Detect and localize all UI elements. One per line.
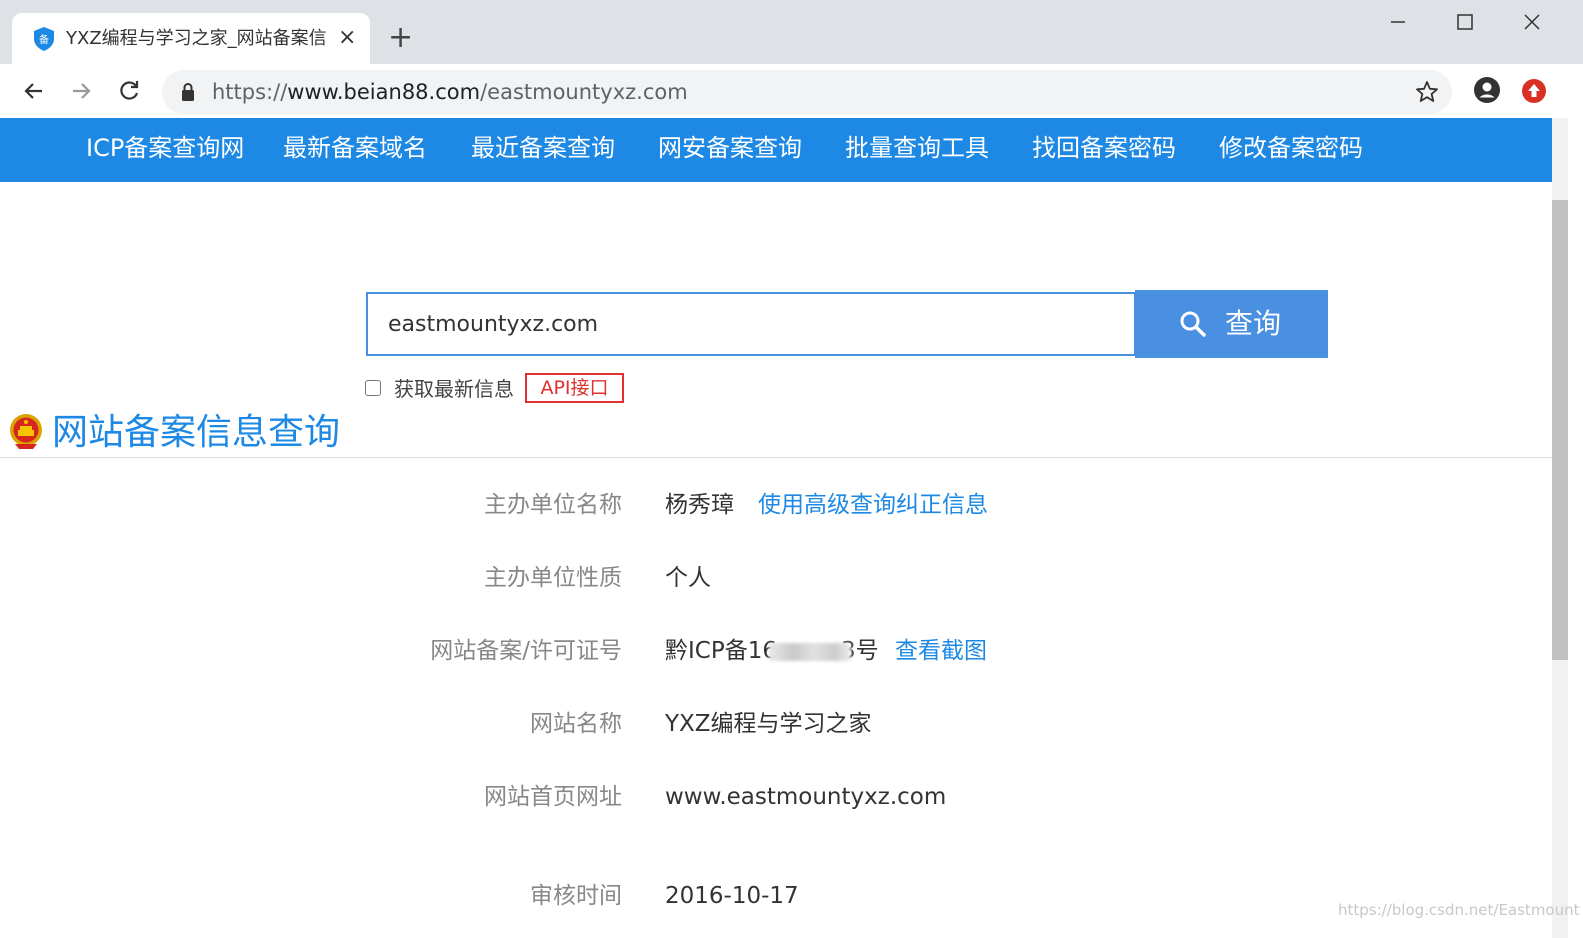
watermark: https://blog.csdn.net/Eastmount [1338, 901, 1580, 919]
back-arrow-icon[interactable] [20, 77, 48, 105]
tab-strip: 备 YXZ编程与学习之家_网站备案信息 × + [0, 0, 1583, 64]
url-text: https://www.beian88.com/eastmountyxz.com [212, 79, 688, 105]
tab-close-icon[interactable]: × [338, 25, 356, 51]
nav-item-change-password[interactable]: 修改备案密码 [1219, 132, 1363, 164]
nav-item-latest-domains[interactable]: 最新备案域名 [283, 132, 427, 164]
search-icon [1180, 311, 1206, 337]
latest-info-checkbox[interactable] [365, 380, 381, 396]
url-path: /eastmountyxz.com [480, 80, 688, 104]
sponsor-name-label: 主办单位名称 [484, 492, 622, 518]
url-host: www.beian88.com [287, 80, 481, 104]
update-extension-icon[interactable] [1521, 78, 1547, 104]
address-bar[interactable]: https://www.beian88.com/eastmountyxz.com [162, 70, 1452, 114]
sponsor-nature-label: 主办单位性质 [484, 565, 622, 591]
lock-icon [182, 83, 194, 101]
license-label: 网站备案/许可证号 [430, 638, 622, 664]
bookmark-star-icon[interactable] [1414, 79, 1440, 105]
nav-item-police-query[interactable]: 网安备案查询 [658, 132, 802, 164]
reload-icon[interactable] [115, 77, 143, 105]
forward-arrow-icon[interactable] [67, 77, 95, 105]
search-button-label: 查询 [1225, 307, 1282, 340]
tab-title: YXZ编程与学习之家_网站备案信息 [66, 28, 326, 49]
view-screenshot-link[interactable]: 查看截图 [895, 636, 987, 666]
nav-item-icp-query[interactable]: ICP备案查询网 [86, 132, 244, 164]
url-scheme: https:// [212, 80, 288, 104]
license-redaction [768, 642, 851, 661]
review-time-label: 审核时间 [530, 883, 622, 909]
site-name-label: 网站名称 [530, 711, 622, 737]
homepage-url-value: www.eastmountyxz.com [665, 784, 947, 810]
site-name-value: YXZ编程与学习之家 [665, 711, 872, 737]
search-button[interactable]: 查询 [1135, 290, 1328, 358]
license-value: 黔ICP备16 3号 [665, 636, 879, 666]
page-title: 网站备案信息查询 [52, 412, 341, 453]
sponsor-nature-value: 个人 [665, 565, 711, 591]
domain-search-input[interactable] [366, 292, 1136, 356]
homepage-url-label: 网站首页网址 [484, 784, 622, 810]
advanced-query-link[interactable]: 使用高级查询纠正信息 [758, 490, 988, 520]
maximize-icon[interactable] [1451, 8, 1479, 36]
nav-item-batch-tool[interactable]: 批量查询工具 [845, 132, 989, 164]
beian-shield-icon: 备 [34, 27, 54, 51]
new-tab-button[interactable]: + [388, 22, 413, 54]
svg-text:备: 备 [39, 33, 49, 46]
review-time-value: 2016-10-17 [665, 883, 799, 909]
national-emblem-icon [10, 414, 42, 449]
license-prefix: 黔ICP备16 [665, 638, 777, 664]
profile-avatar-icon[interactable] [1473, 76, 1501, 104]
api-link[interactable]: API接口 [525, 373, 624, 403]
scrollbar-thumb[interactable] [1552, 200, 1568, 660]
browser-toolbar: https://www.beian88.com/eastmountyxz.com [0, 64, 1583, 118]
site-nav-bar: ICP备案查询网 最新备案域名 最近备案查询 网安备案查询 批量查询工具 找回备… [0, 118, 1552, 182]
minimize-icon[interactable] [1384, 8, 1412, 36]
section-divider [0, 457, 1552, 458]
nav-item-recent-query[interactable]: 最近备案查询 [471, 132, 615, 164]
close-window-icon[interactable] [1518, 8, 1546, 36]
nav-item-recover-password[interactable]: 找回备案密码 [1032, 132, 1176, 164]
latest-info-label: 获取最新信息 [394, 377, 514, 401]
browser-tab[interactable]: 备 YXZ编程与学习之家_网站备案信息 × [12, 13, 370, 64]
sponsor-name-value: 杨秀璋 [665, 492, 734, 518]
